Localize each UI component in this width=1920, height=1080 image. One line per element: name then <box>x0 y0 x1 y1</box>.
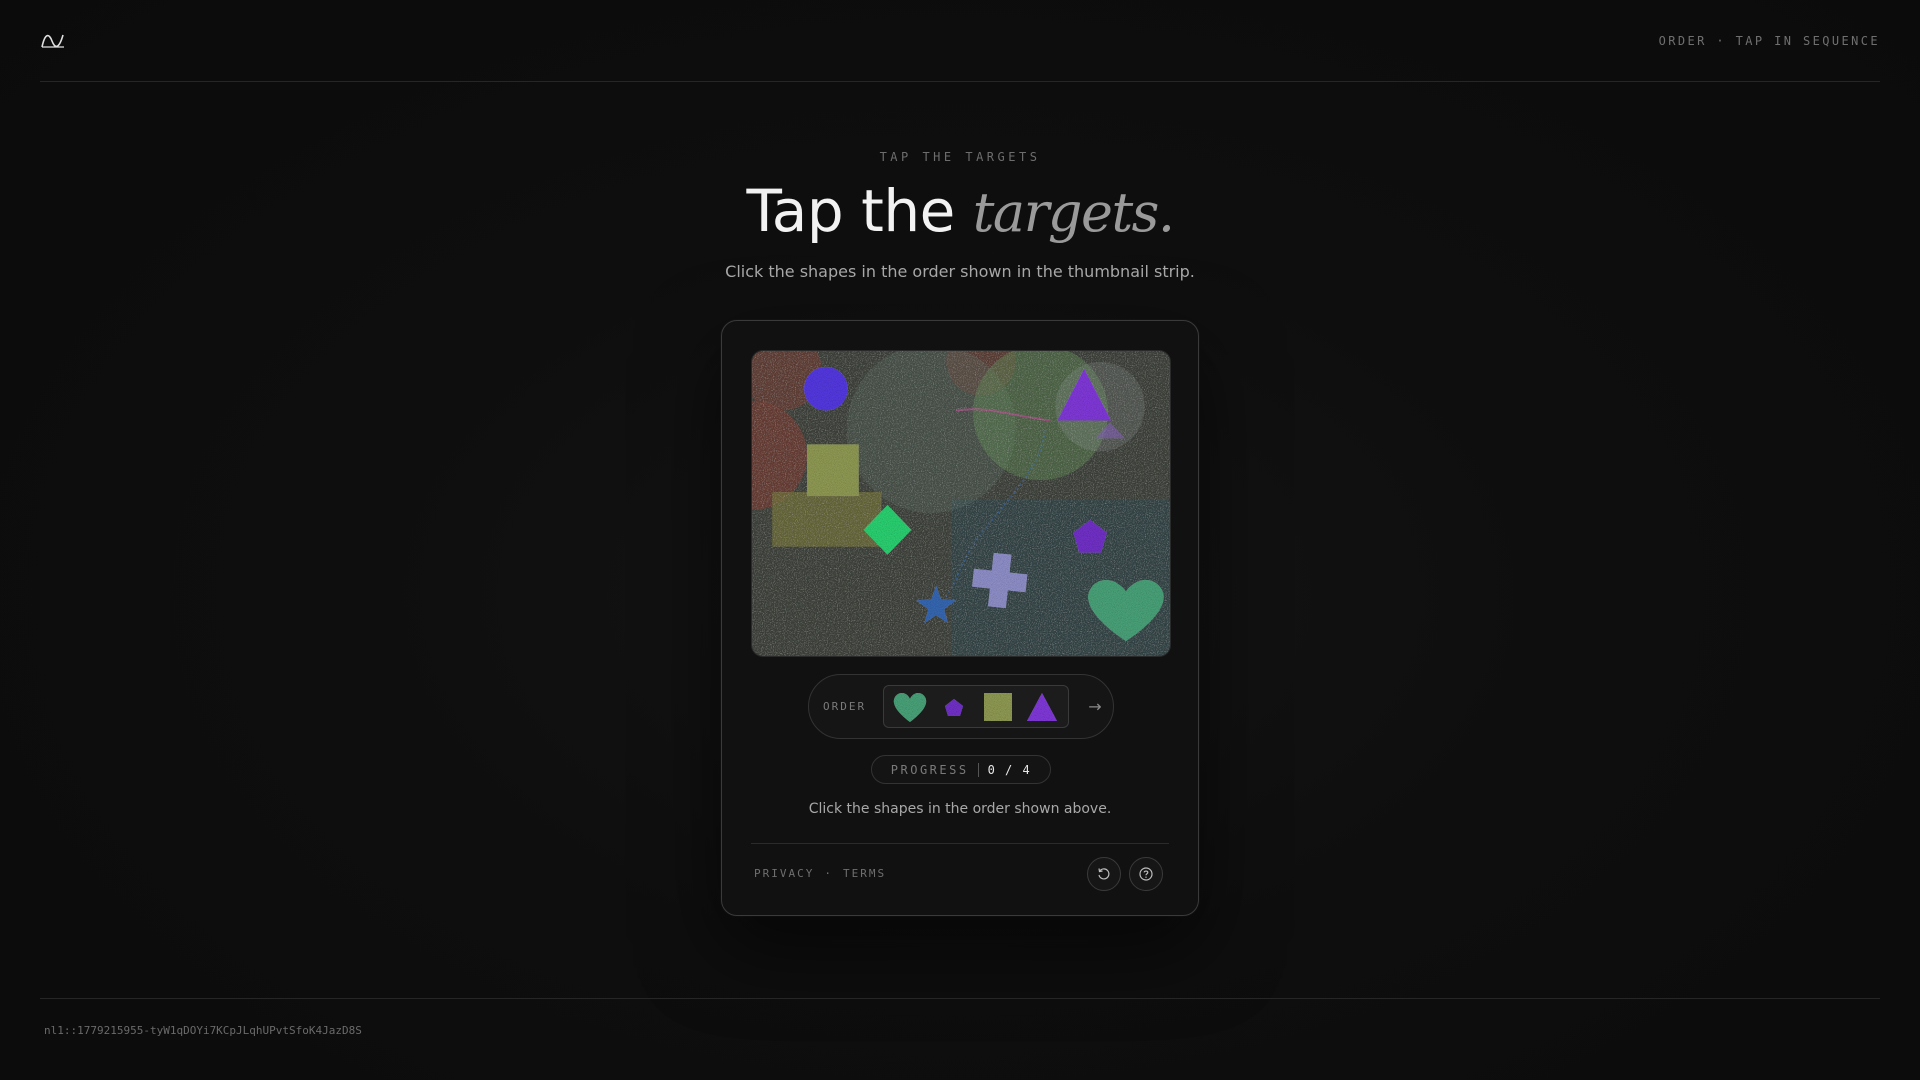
progress-label: PROGRESS <box>890 762 969 777</box>
bottom-divider <box>40 998 1880 999</box>
eyebrow-label: TAP THE TARGETS <box>879 150 1041 164</box>
page-subtitle: Click the shapes in the order shown in t… <box>725 262 1195 281</box>
footer-separator: · <box>824 867 833 880</box>
order-strip: ORDER → <box>808 674 1114 739</box>
top-bar: ORDER · TAP IN SEQUENCE <box>40 0 1880 82</box>
logo-icon <box>41 34 64 48</box>
refresh-button[interactable] <box>1087 857 1121 891</box>
next-arrow-icon[interactable]: → <box>1083 697 1107 716</box>
privacy-link[interactable]: PRIVACY <box>754 867 814 880</box>
thumb-heart-icon <box>893 692 927 722</box>
thumb-square-icon <box>984 692 1012 721</box>
mode-status: ORDER · TAP IN SEQUENCE <box>1658 33 1880 48</box>
progress-indicator: PROGRESS 0 / 4 <box>871 755 1051 784</box>
thumb-triangle-icon <box>1027 692 1057 721</box>
progress-value: 0 / 4 <box>987 762 1032 777</box>
title-plain: Tap the <box>746 177 973 245</box>
card-divider <box>751 843 1169 844</box>
instruction-hint: Click the shapes in the order shown abov… <box>808 801 1112 817</box>
challenge-canvas-svg <box>752 351 1170 656</box>
challenge-canvas[interactable] <box>751 350 1171 657</box>
thumbnail-strip <box>883 685 1069 728</box>
canvas-circle[interactable] <box>804 366 848 411</box>
page-title: Tap the targets. <box>0 182 1920 240</box>
order-label: ORDER <box>823 700 867 713</box>
hero: TAP THE TARGETS Tap the targets. Click t… <box>0 150 1920 281</box>
progress-divider <box>977 762 979 777</box>
captcha-card: ORDER → PROGRESS 0 / 4 Click the shapes … <box>721 320 1199 916</box>
refresh-icon <box>1098 868 1110 880</box>
canvas-square[interactable] <box>807 444 859 497</box>
title-accent: targets. <box>972 181 1175 244</box>
thumb-pentagon-icon <box>945 698 963 716</box>
footer-links: PRIVACY · TERMS <box>754 867 886 880</box>
help-button[interactable] <box>1129 857 1163 891</box>
help-icon <box>1139 867 1153 881</box>
session-id: nl1::1779215955-tyW1qDOYi7KCpJLqhUPvtSfo… <box>44 1024 362 1037</box>
terms-link[interactable]: TERMS <box>843 867 886 880</box>
